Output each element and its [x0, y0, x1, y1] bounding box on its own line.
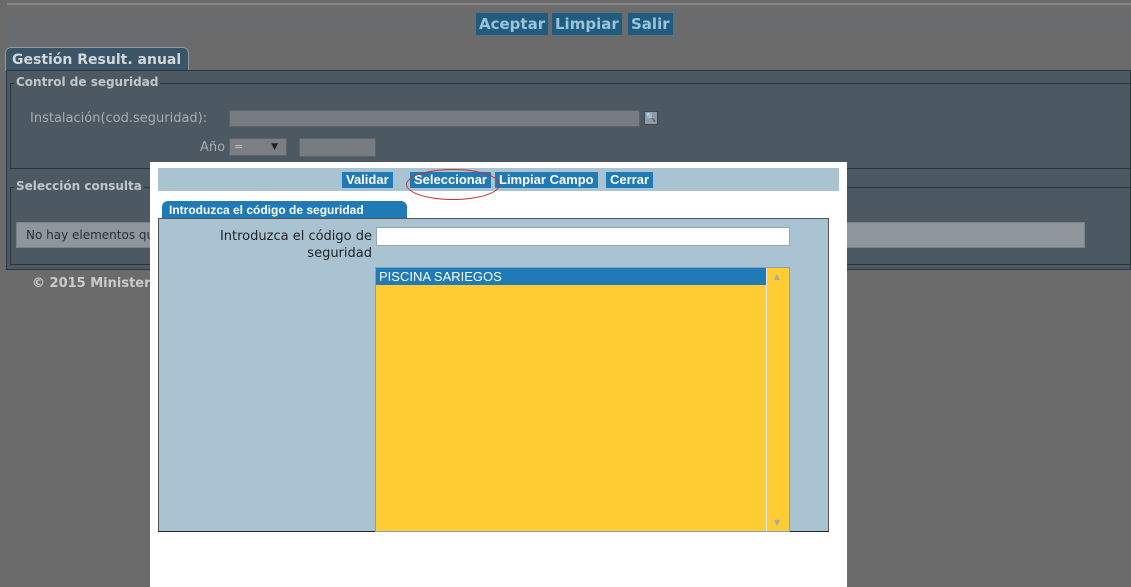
scroll-down-icon[interactable]: ▼ [774, 518, 780, 527]
modal-toolbar: Validar Seleccionar Limpiar Campo Cerrar [158, 168, 839, 200]
lookup-icon[interactable]: 🔍 [644, 111, 658, 125]
chevron-down-icon: ▼ [271, 142, 278, 152]
footer-copyright: © 2015 Minister [32, 276, 151, 291]
cerrar-button[interactable]: Cerrar [606, 172, 654, 188]
security-control-legend: Control de seguridad [14, 75, 161, 89]
year-operator-select[interactable]: = ▼ [229, 138, 287, 156]
list-item[interactable]: PISCINA SARIEGOS [376, 268, 766, 285]
year-label: Año [200, 140, 226, 155]
validar-button[interactable]: Validar [342, 172, 393, 188]
salir-button[interactable]: Salir [628, 13, 673, 35]
query-selection-legend: Selección consulta [14, 179, 144, 193]
security-code-label: Introduzca el código de seguridad [219, 229, 372, 261]
installation-label: Instalación(cod.seguridad): [30, 111, 208, 126]
main-toolbar: Aceptar Limpiar Salir [7, 3, 1131, 41]
security-code-input[interactable] [376, 227, 790, 246]
installation-input[interactable] [229, 110, 640, 127]
scroll-up-icon[interactable]: ▲ [774, 272, 780, 281]
limpiar-campo-button[interactable]: Limpiar Campo [495, 172, 598, 188]
tab-gestion-result-anual[interactable]: Gestión Result. anual [5, 47, 189, 71]
year-input[interactable] [299, 138, 376, 157]
aceptar-button[interactable]: Aceptar [476, 13, 549, 35]
year-operator-value: = [234, 140, 244, 153]
limpiar-button[interactable]: Limpiar [552, 13, 622, 35]
listbox-scrollbar[interactable]: ▲ ▼ [766, 268, 789, 531]
seleccionar-button[interactable]: Seleccionar [410, 172, 491, 188]
security-code-modal: Validar Seleccionar Limpiar Campo Cerrar… [150, 162, 847, 587]
results-listbox[interactable]: PISCINA SARIEGOS ▲ ▼ [375, 267, 790, 532]
